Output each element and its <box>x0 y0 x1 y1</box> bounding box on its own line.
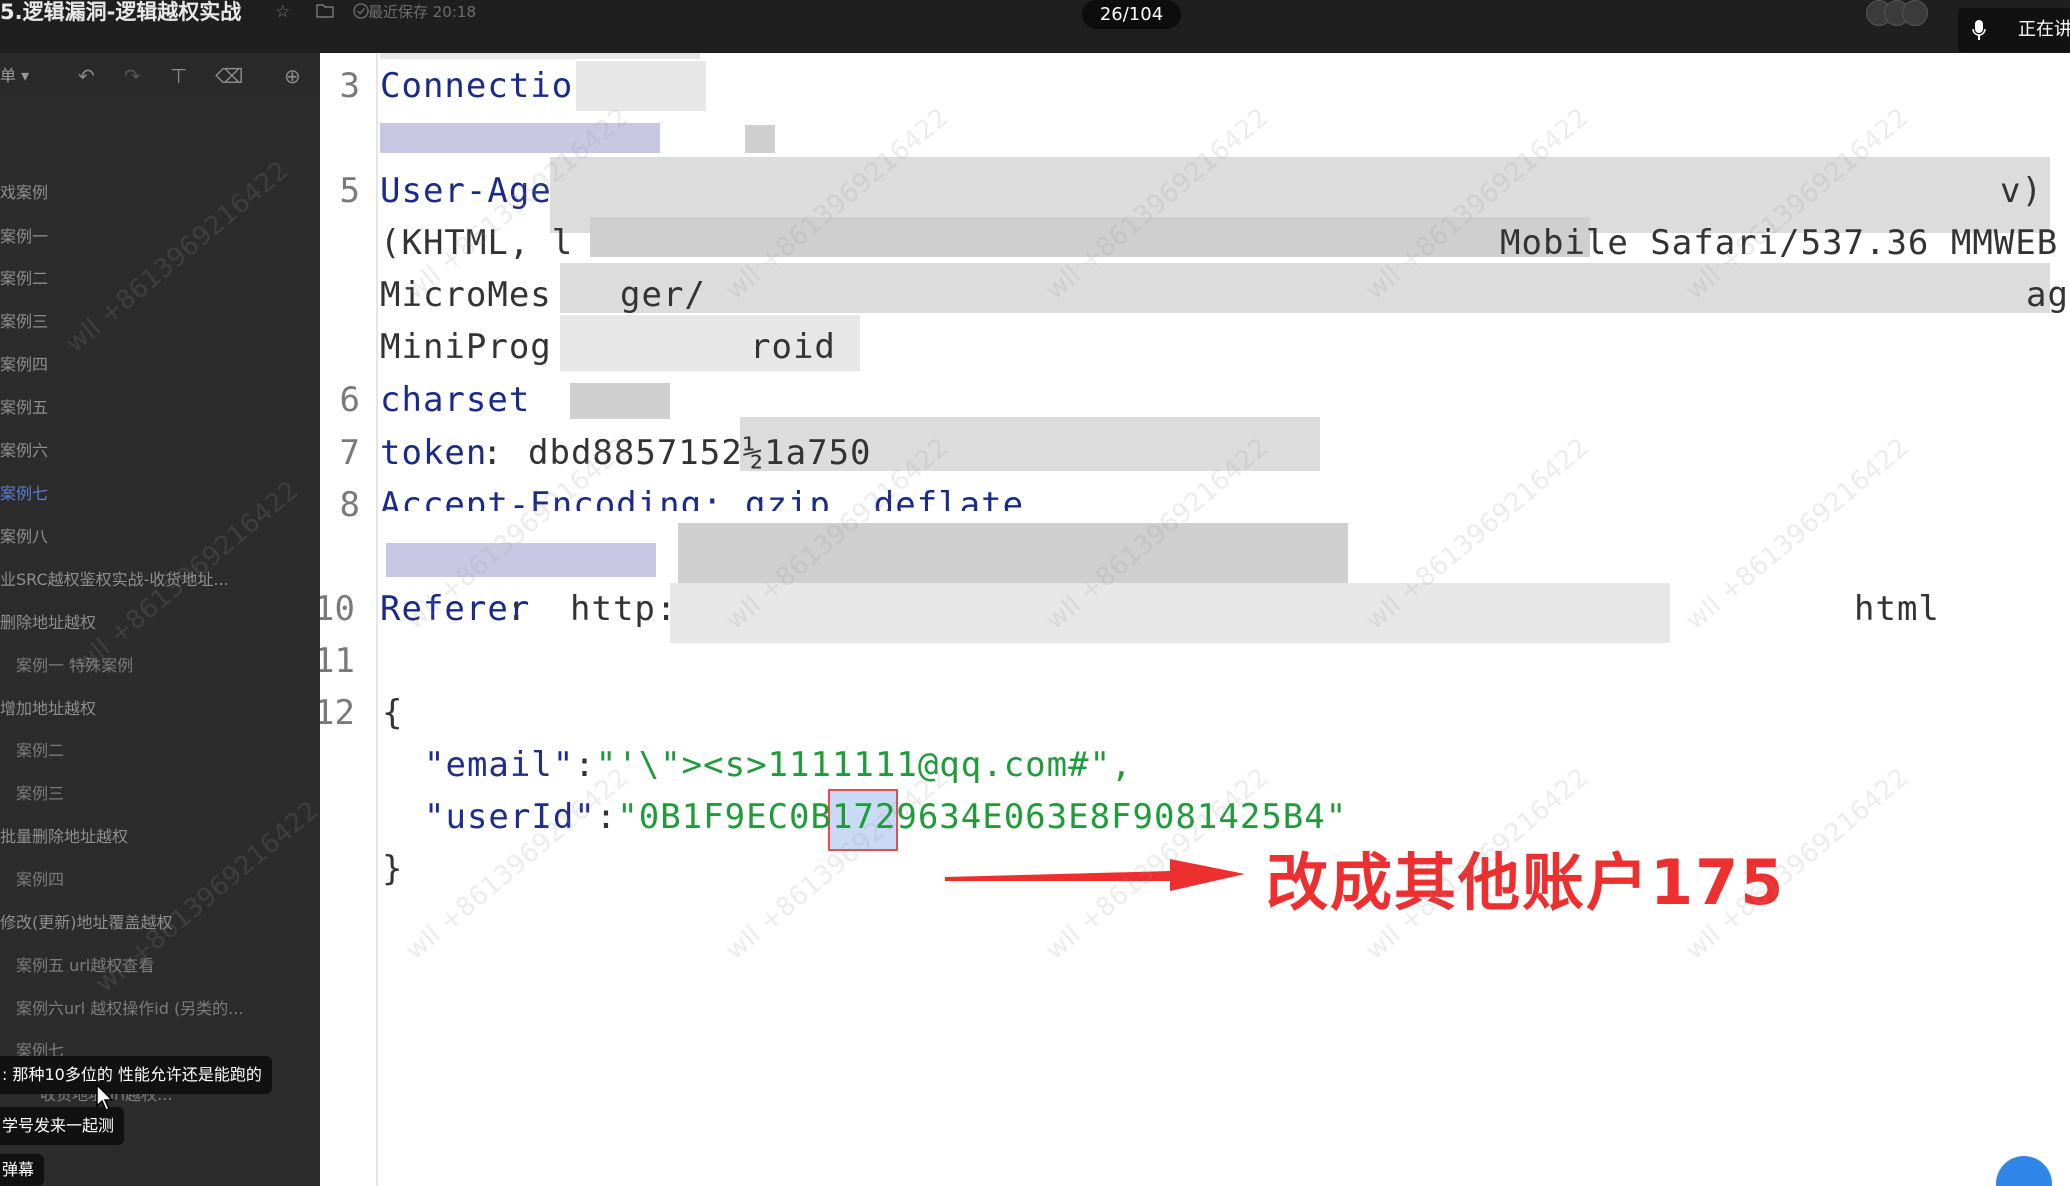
line-number: 3 <box>339 66 360 106</box>
star-icon[interactable]: ☆ <box>275 2 295 22</box>
sidebar-item[interactable]: 增加地址越权 <box>0 696 96 722</box>
speaking-indicator[interactable]: 正在讲 <box>1958 8 2070 52</box>
header-token-key: token <box>380 433 488 473</box>
microphone-icon <box>1972 20 1986 40</box>
speaking-label: 正在讲 <box>2018 19 2070 40</box>
document-title: 5.逻辑漏洞-逻辑越权实战 <box>0 0 242 24</box>
annotation-text: 改成其他账户175 <box>1266 846 1786 919</box>
json-open-brace: { <box>382 693 404 733</box>
participant-avatars[interactable] <box>1866 0 1946 26</box>
user-agent-line-tail: roid <box>750 327 836 367</box>
title-bar: 5.逻辑漏洞-逻辑越权实战 ☆ 最近保存 20:18 26/104 正在讲 <box>0 0 2070 53</box>
watermark: wll +8613969216422 <box>60 155 295 359</box>
red-arrow-icon <box>945 859 1245 891</box>
add-icon[interactable]: ⊕ <box>284 64 301 88</box>
sidebar-item[interactable]: 案例五 <box>0 395 48 421</box>
header-charset: charset <box>380 380 531 420</box>
undo-icon[interactable]: ↶ <box>78 64 95 88</box>
line-number: 8 <box>339 485 360 525</box>
sidebar-item[interactable]: 案例三 <box>0 309 48 335</box>
user-agent-line: MiniProg <box>380 327 552 367</box>
redacted-block <box>745 125 775 153</box>
format-painter-icon[interactable]: ⊤ <box>170 64 187 88</box>
floating-action-button[interactable] <box>1996 1156 2052 1186</box>
avatar[interactable] <box>1902 0 1928 26</box>
danmaku-toggle[interactable]: 弹幕 <box>0 1154 45 1186</box>
json-email-key: "email" <box>424 745 575 785</box>
header-referer-value: http: <box>570 589 678 629</box>
sidebar-item[interactable]: 案例七 <box>0 481 48 507</box>
mouse-cursor-icon <box>96 1084 114 1111</box>
line-number: 6 <box>339 380 360 420</box>
page-indicator: 26/104 <box>1082 0 1181 29</box>
json-close-brace: } <box>382 849 404 889</box>
code-screenshot-panel: 3 5 6 7 8 10 11 12 Connectio User-Age v)… <box>320 53 2070 1186</box>
json-email-value: "'\"><s>1111111@qq.com#", <box>595 745 1133 785</box>
sidebar-item[interactable]: 案例四 <box>0 352 48 378</box>
line-number: 11 <box>320 641 355 681</box>
line-number: 12 <box>320 693 355 733</box>
sidebar-item[interactable]: 删除地址越权 <box>0 610 96 636</box>
danmaku-message: : 那种10多位的 性能允许还是能跑的 <box>0 1056 272 1094</box>
redo-icon[interactable]: ↷ <box>124 64 141 88</box>
outline-sidebar: 戏案例 案例一 案例二 案例三 案例四 案例五 案例六 案例七 案例八 业SRC越权鉴权实战-收货… <box>0 96 320 1186</box>
redacted-block <box>560 263 2050 313</box>
redacted-block <box>576 61 706 111</box>
sidebar-item[interactable]: 案例三 <box>16 781 64 807</box>
redacted-block <box>570 383 670 419</box>
line-number: 7 <box>339 433 360 473</box>
line-number: 5 <box>339 171 360 211</box>
redacted-block <box>380 53 700 59</box>
user-agent-line-tail: ag <box>2026 275 2069 315</box>
sidebar-item[interactable]: 案例二 <box>0 266 48 292</box>
line-number: 10 <box>320 589 355 629</box>
sidebar-item[interactable]: 案例一 <box>0 224 48 250</box>
eraser-icon[interactable]: ⌫ <box>215 64 243 88</box>
last-saved-text: 最近保存 20:18 <box>368 3 476 21</box>
gutter-divider <box>376 53 378 1186</box>
header-connection: Connectio <box>380 66 574 106</box>
header-user-agent-tail: v) <box>2000 171 2043 211</box>
editor-toolbar: 单 ▾ ↶ ↷ ⊤ ⌫ ⊕ <box>0 60 320 96</box>
header-referer-tail: html <box>1854 589 1940 629</box>
danmaku-message: 学号发来一起测 <box>0 1107 125 1145</box>
watermark: wll +8613969216422 <box>400 762 635 966</box>
menu-dropdown[interactable]: 单 ▾ <box>0 64 29 88</box>
sidebar-item[interactable]: 案例四 <box>16 867 64 893</box>
header-accept-encoding: Accept-Encoding: gzip, deflate <box>380 485 1025 511</box>
redacted-block <box>670 583 1670 643</box>
json-email-line: "email":"'\"><s>1111111@qq.com#", <box>424 745 1133 785</box>
sidebar-item[interactable]: 案例六url 越权操作id (另类的... <box>16 996 243 1022</box>
sidebar-item[interactable]: 案例二 <box>16 738 64 764</box>
sidebar-item[interactable]: 案例八 <box>0 524 48 550</box>
folder-icon[interactable] <box>316 2 336 22</box>
sidebar-item[interactable]: 案例六 <box>0 438 48 464</box>
sidebar-item[interactable]: 戏案例 <box>0 180 48 206</box>
sidebar-item[interactable]: 批量删除地址越权 <box>0 824 128 850</box>
user-agent-line-mid: ger/ <box>620 275 706 315</box>
